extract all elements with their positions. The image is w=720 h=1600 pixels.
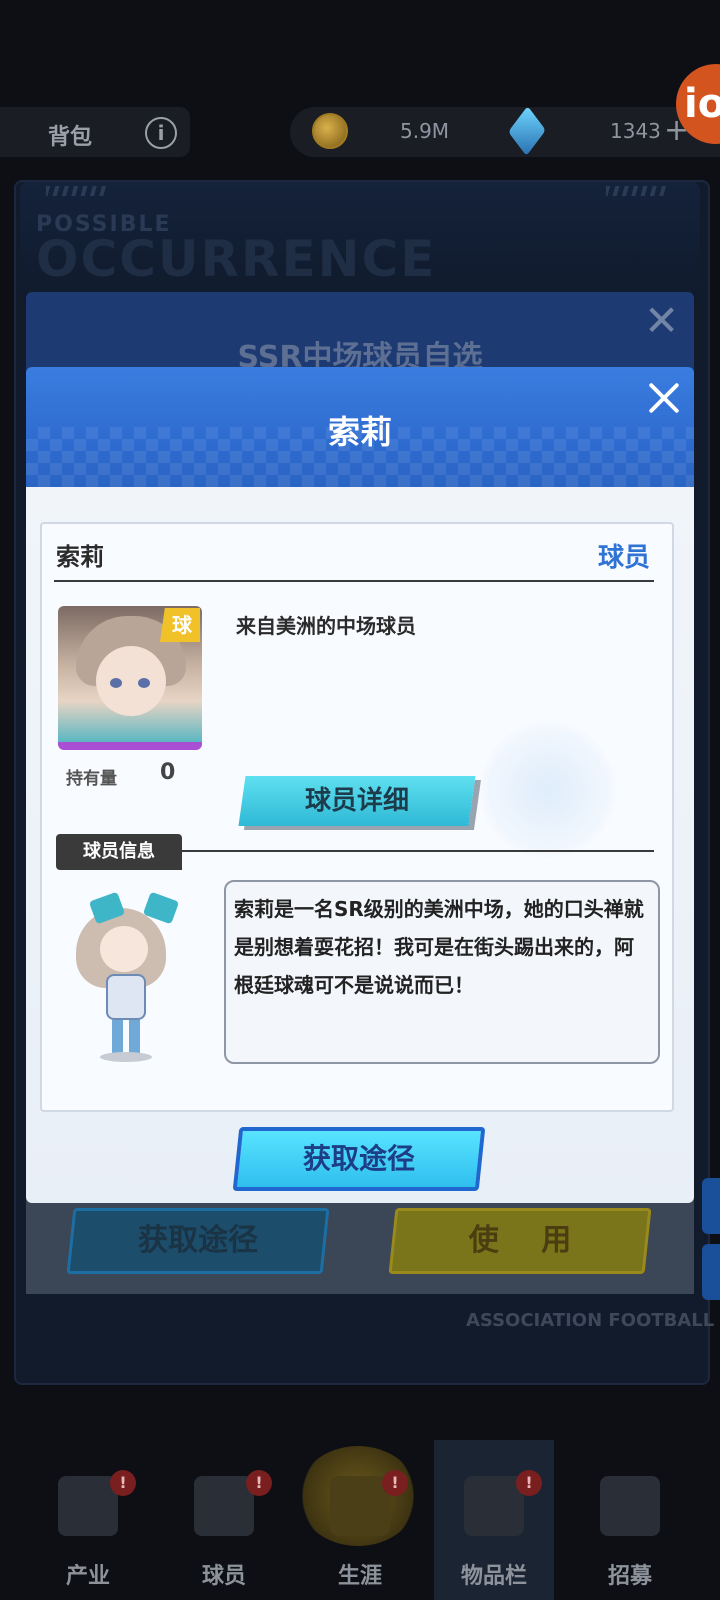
player-story-box: 索莉是一名SR级别的美洲中场，她的口头禅就是别想着耍花招！我可是在街头踢出来的，…	[224, 880, 660, 1064]
stadium-icon	[600, 1476, 660, 1536]
bottom-nav: ! 产业 ! 球员 ! 生涯 ! 物品栏 招募	[0, 1440, 720, 1600]
player-name: 索莉	[56, 543, 104, 571]
owned-label: 持有量	[66, 769, 117, 789]
nav-item-players[interactable]: ! 球员	[164, 1440, 284, 1600]
player-detail-label: 球员详细	[304, 786, 409, 816]
nav-item-inventory[interactable]: ! 物品栏	[434, 1440, 554, 1600]
side-arrow-upper[interactable]	[702, 1178, 720, 1234]
chibi-legs	[112, 1020, 140, 1054]
game-screen: 背包 i 5.9M 1343 + io POSSIBLE OCCURRENCE …	[0, 0, 720, 1600]
bag-header: 背包 i	[0, 107, 190, 157]
alert-badge: !	[516, 1470, 542, 1496]
item-type-label: 球员	[598, 543, 651, 573]
gem-amount: 1343	[610, 119, 661, 143]
use-label: 使 用	[468, 1223, 588, 1258]
nav-label: 产业	[65, 1564, 110, 1589]
player-story-text: 索莉是一名SR级别的美洲中场，她的口头禅就是别想着耍花招！我可是在街头踢出来的，…	[234, 897, 644, 997]
chibi-body	[106, 974, 146, 1020]
nav-item-industry[interactable]: ! 产业	[28, 1440, 148, 1600]
portrait-face	[96, 646, 166, 716]
player-type-badge: 球	[160, 608, 200, 642]
players-icon	[194, 1476, 254, 1536]
coin-amount: 5.9M	[400, 119, 450, 143]
side-arrow-lower[interactable]	[702, 1244, 720, 1300]
trophy-icon	[330, 1476, 390, 1536]
chibi-base	[100, 1052, 152, 1062]
footer-watermark: ASSOCIATION FOOTBALL	[466, 1310, 715, 1331]
alert-badge: !	[246, 1470, 272, 1496]
coin-icon	[312, 113, 348, 149]
player-description: 来自美洲的中场球员	[236, 614, 416, 638]
get-route-button[interactable]: 获取途径	[232, 1127, 486, 1191]
selector-get-route-label: 获取途径	[138, 1223, 258, 1258]
chibi-face	[100, 926, 148, 972]
ball-watermark	[478, 720, 618, 860]
player-info-tab: 球员信息	[56, 834, 182, 870]
hash-decoration-left	[46, 186, 106, 196]
card-divider	[54, 580, 654, 582]
building-icon	[58, 1476, 118, 1536]
info-icon[interactable]: i	[145, 117, 177, 149]
nav-label: 生涯	[337, 1564, 382, 1589]
portrait-eye-right	[138, 678, 150, 688]
bag-icon	[464, 1476, 524, 1536]
background-caption-big: OCCURRENCE	[36, 230, 437, 288]
alert-badge: !	[382, 1470, 408, 1496]
selector-close-icon[interactable]: ✕	[644, 300, 679, 342]
close-icon[interactable]	[646, 380, 682, 416]
player-dialog-title: 索莉	[327, 413, 392, 451]
owned-count: 0	[160, 760, 176, 785]
info-divider	[182, 850, 654, 852]
nav-label: 球员	[201, 1564, 246, 1589]
use-button[interactable]: 使 用	[388, 1208, 652, 1274]
alert-badge: !	[110, 1470, 136, 1496]
nav-item-recruit[interactable]: 招募	[570, 1440, 690, 1600]
nav-label: 物品栏	[460, 1564, 527, 1589]
get-route-label: 获取途径	[302, 1142, 415, 1175]
hash-decoration-right	[606, 186, 666, 196]
nav-label: 招募	[607, 1564, 652, 1589]
player-chibi-figure	[56, 888, 186, 1064]
nav-item-career[interactable]: ! 生涯	[300, 1440, 420, 1600]
top-bar: 背包 i 5.9M 1343 +	[0, 105, 720, 161]
portrait-eye-left	[110, 678, 122, 688]
player-detail-button[interactable]: 球员详细	[238, 776, 476, 826]
selector-get-route-button[interactable]: 获取途径	[66, 1208, 330, 1274]
bag-title: 背包	[48, 125, 93, 150]
